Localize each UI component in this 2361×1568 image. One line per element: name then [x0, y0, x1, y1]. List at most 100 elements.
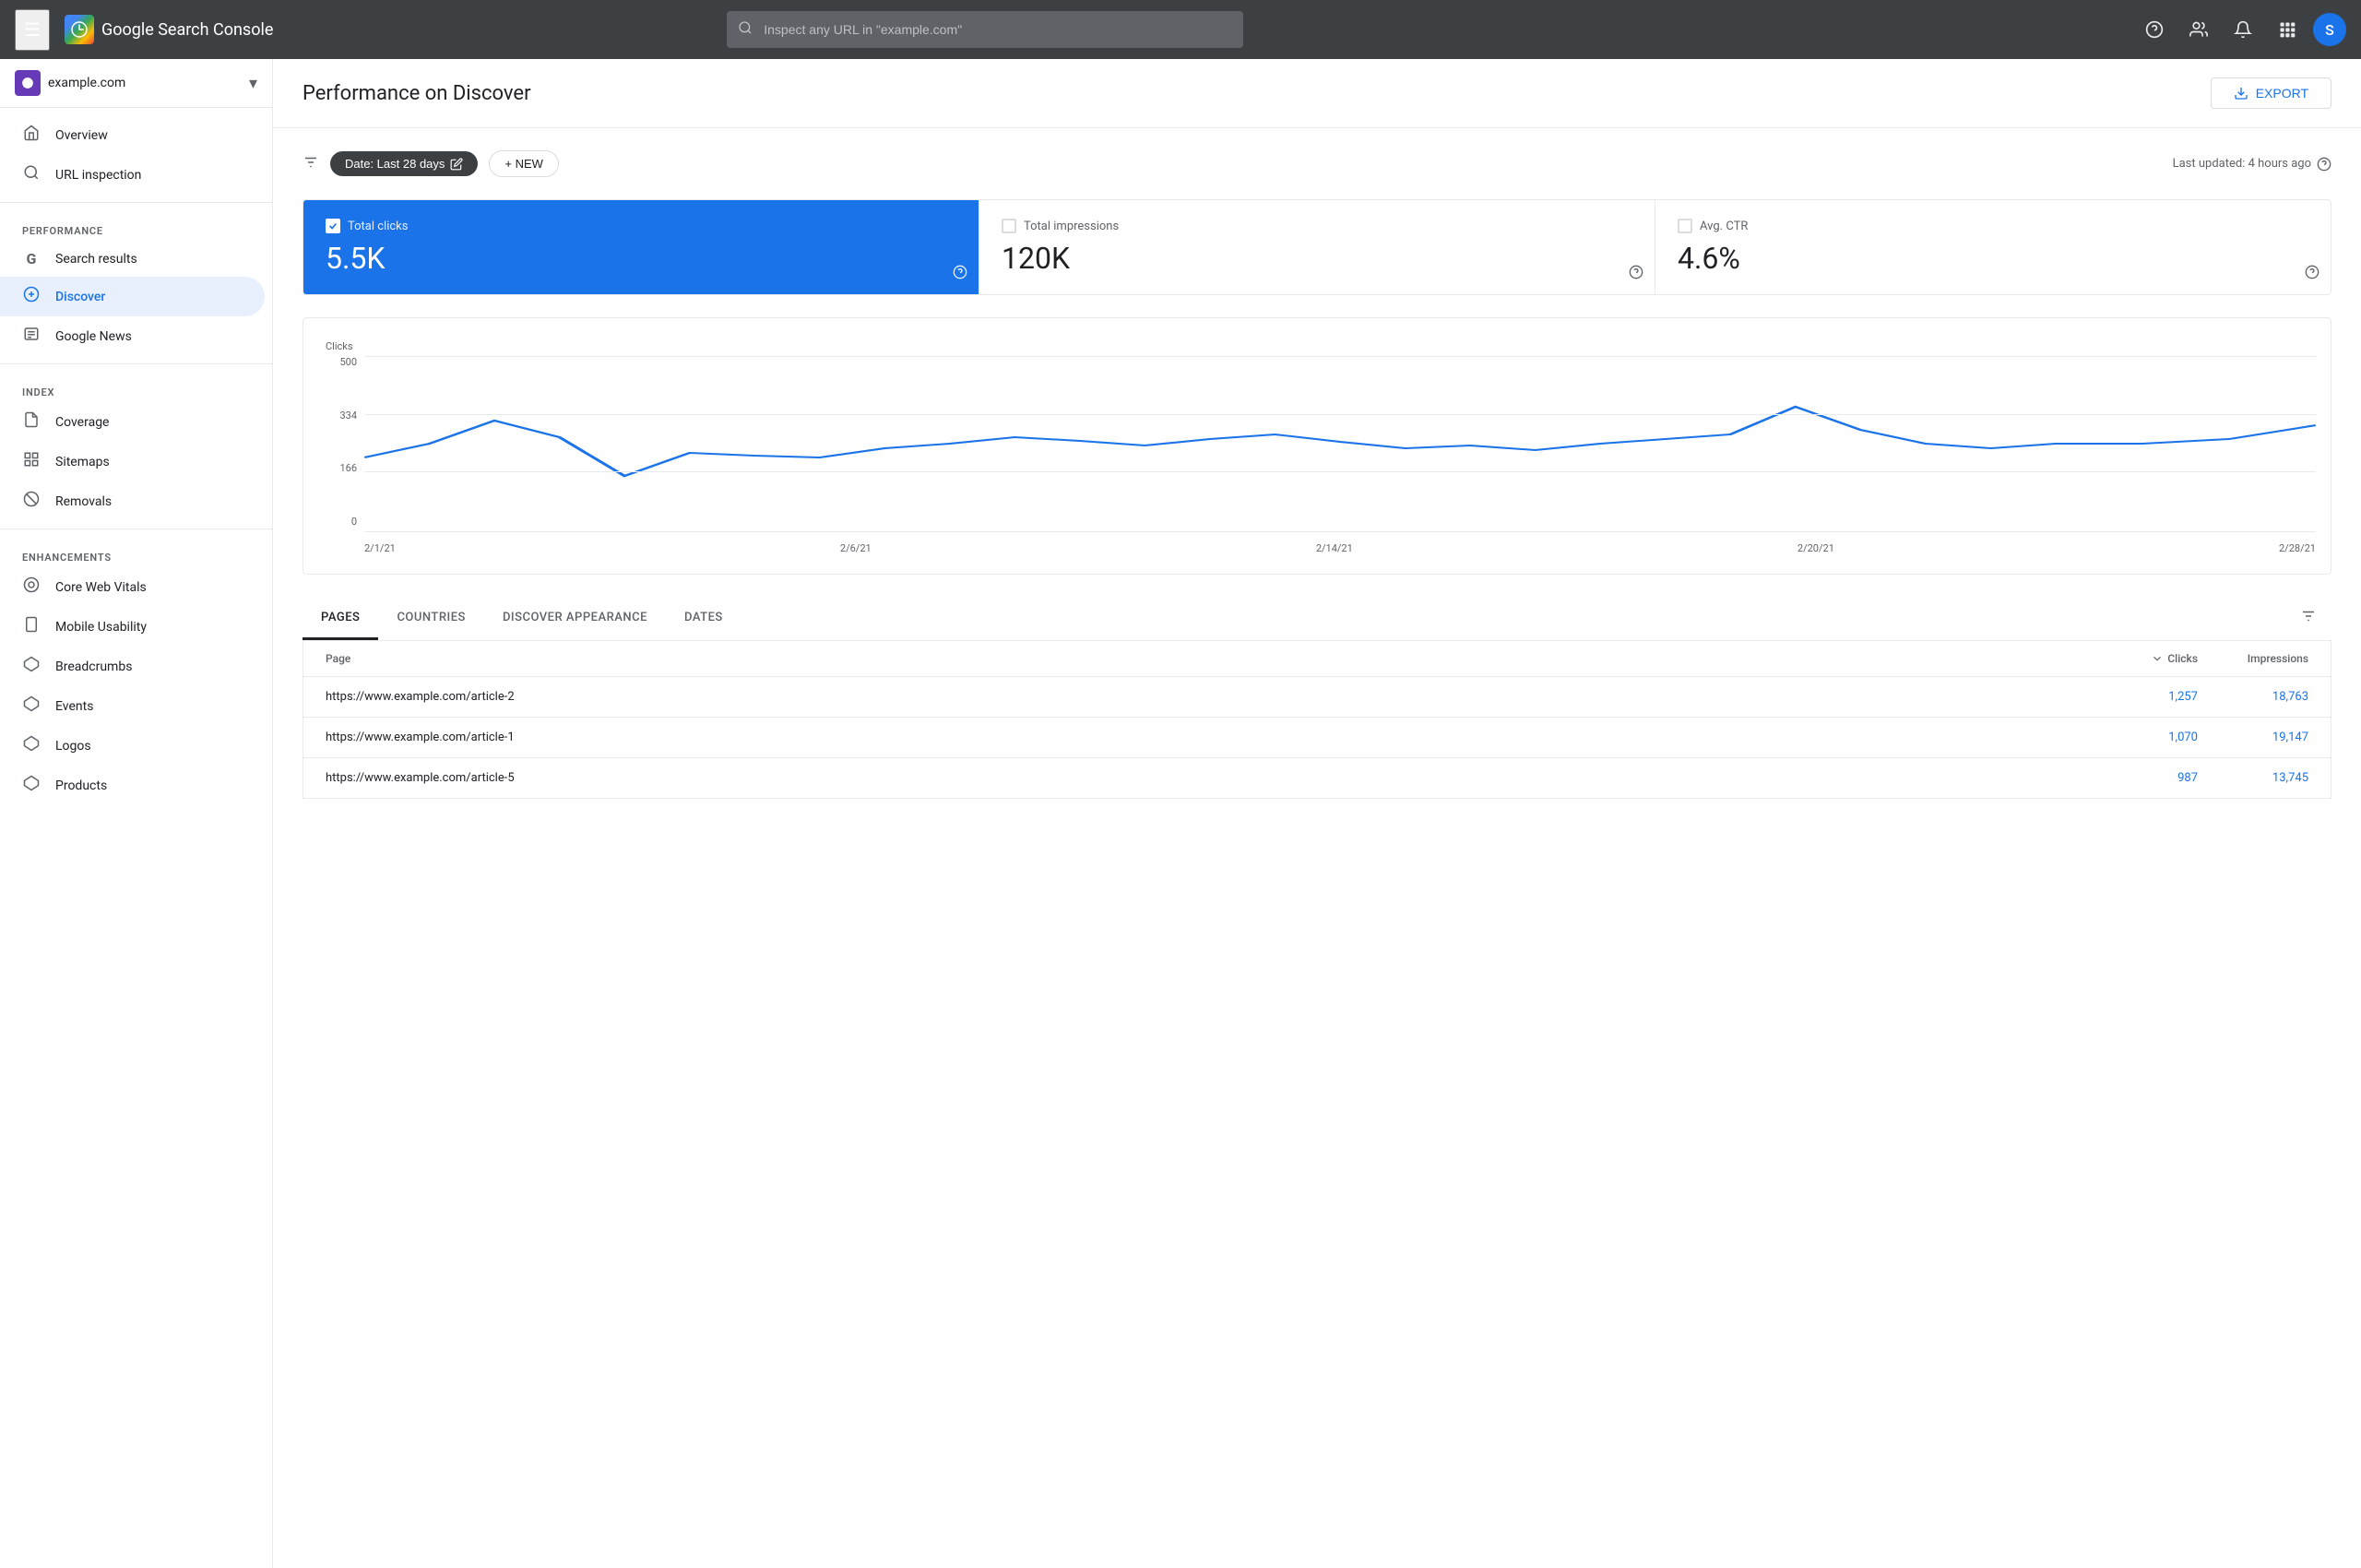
- sidebar-item-core-web-vitals[interactable]: Core Web Vitals: [0, 567, 265, 607]
- sidebar-item-discover[interactable]: Discover: [0, 277, 265, 316]
- property-selector[interactable]: example.com ▾: [0, 59, 272, 108]
- tab-dates[interactable]: DATES: [666, 598, 742, 640]
- sidebar-item-search-results[interactable]: G Search results: [0, 241, 265, 277]
- url-search-bar[interactable]: [727, 11, 1243, 48]
- table-cell-impressions-2[interactable]: 13,745: [2198, 771, 2308, 785]
- metric-help-clicks[interactable]: [953, 265, 967, 283]
- index-section-title: Index: [0, 372, 272, 402]
- date-filter-button[interactable]: Date: Last 28 days: [330, 151, 478, 176]
- sidebar-item-label-url-inspection: URL inspection: [55, 168, 141, 183]
- products-icon: [22, 775, 41, 796]
- download-icon: [2234, 86, 2248, 101]
- last-updated: Last updated: 4 hours ago: [2173, 157, 2331, 172]
- export-button[interactable]: EXPORT: [2211, 77, 2331, 109]
- table-container: Page Clicks Impressions https://www.exam…: [303, 641, 2331, 799]
- sidebar-item-coverage[interactable]: Coverage: [0, 402, 265, 442]
- menu-button[interactable]: ☰: [15, 9, 50, 51]
- sidebar-item-label-overview: Overview: [55, 128, 108, 143]
- coverage-icon: [22, 411, 41, 433]
- discover-icon: [22, 286, 41, 307]
- sidebar-item-mobile-usability[interactable]: Mobile Usability: [0, 607, 265, 647]
- main-content: Performance on Discover EXPORT: [273, 59, 2361, 1568]
- table-header: Page Clicks Impressions: [303, 641, 2331, 677]
- metric-checkbox-ctr[interactable]: [1678, 219, 1692, 233]
- chart-x-tick-2: 2/14/21: [1316, 542, 1353, 554]
- metric-checkbox-clicks[interactable]: [326, 219, 340, 233]
- table-cell-impressions-1[interactable]: 19,147: [2198, 731, 2308, 744]
- chart-x-tick-0: 2/1/21: [364, 542, 396, 554]
- tab-countries[interactable]: COUNTRIES: [378, 598, 484, 640]
- core-web-vitals-icon: [22, 576, 41, 598]
- sidebar-item-label-sitemaps: Sitemaps: [55, 455, 110, 469]
- grid-line-166: [364, 471, 2316, 472]
- table-row: https://www.example.com/article-1 1,070 …: [303, 718, 2331, 758]
- edit-icon: [450, 158, 463, 171]
- chart-x-tick-3: 2/20/21: [1797, 542, 1834, 554]
- last-updated-help-icon[interactable]: [2317, 157, 2331, 172]
- table-cell-clicks-2[interactable]: 987: [2087, 771, 2198, 785]
- apps-button[interactable]: [2269, 11, 2306, 48]
- sidebar-item-url-inspection[interactable]: URL inspection: [0, 155, 265, 195]
- metric-checkbox-impressions[interactable]: [1002, 219, 1016, 233]
- metric-help-ctr[interactable]: [2305, 265, 2319, 283]
- topnav: ☰ Google Search Console: [0, 0, 2361, 59]
- sidebar-item-label-logos: Logos: [55, 739, 91, 754]
- table-col-impressions: Impressions: [2198, 652, 2308, 665]
- user-avatar[interactable]: S: [2313, 13, 2346, 46]
- performance-section-title: Performance: [0, 210, 272, 241]
- new-filter-button[interactable]: + NEW: [489, 150, 559, 177]
- table-cell-page-2: https://www.example.com/article-5: [326, 771, 2087, 785]
- filter-icon[interactable]: [303, 154, 319, 174]
- chart-y-label: Clicks: [318, 340, 2316, 352]
- chart-svg: [364, 356, 2316, 531]
- chart-y-axis: 500 334 166 0: [318, 356, 364, 531]
- sidebar-item-label-google-news: Google News: [55, 329, 132, 344]
- property-icon: [15, 70, 41, 96]
- sidebar-item-logos[interactable]: Logos: [0, 726, 265, 766]
- chart-y-tick-500: 500: [318, 356, 364, 368]
- sidebar-item-google-news[interactable]: Google News: [0, 316, 265, 356]
- sidebar-item-label-removals: Removals: [55, 494, 112, 509]
- chart-y-tick-334: 334: [318, 410, 364, 422]
- chart-x-tick-1: 2/6/21: [840, 542, 872, 554]
- table-cell-clicks-1[interactable]: 1,070: [2087, 731, 2198, 744]
- sidebar-divider-1: [0, 202, 272, 203]
- sidebar-item-events[interactable]: Events: [0, 686, 265, 726]
- removals-icon: [22, 491, 41, 512]
- page-title: Performance on Discover: [303, 82, 531, 105]
- sidebar-item-products[interactable]: Products: [0, 766, 265, 805]
- notifications-button[interactable]: [2225, 11, 2261, 48]
- grid-line-top: [364, 356, 2316, 357]
- users-button[interactable]: [2180, 11, 2217, 48]
- sidebar-item-label-core-web-vitals: Core Web Vitals: [55, 580, 147, 595]
- table-cell-impressions-0[interactable]: 18,763: [2198, 690, 2308, 704]
- help-button[interactable]: [2136, 11, 2173, 48]
- sidebar-item-breadcrumbs[interactable]: Breadcrumbs: [0, 647, 265, 686]
- table-cell-page-0: https://www.example.com/article-2: [326, 690, 2087, 704]
- mobile-usability-icon: [22, 616, 41, 637]
- property-name: example.com: [48, 76, 242, 90]
- google-icon: G: [22, 250, 41, 267]
- search-input[interactable]: [727, 11, 1243, 48]
- sidebar-item-sitemaps[interactable]: Sitemaps: [0, 442, 265, 481]
- metric-card-total-clicks[interactable]: Total clicks 5.5K: [303, 200, 979, 294]
- tab-discover-appearance[interactable]: DISCOVER APPEARANCE: [484, 598, 666, 640]
- chart-container: Clicks 500 334 166 0: [303, 317, 2331, 575]
- hamburger-icon: ☰: [24, 20, 41, 41]
- sidebar-item-removals[interactable]: Removals: [0, 481, 265, 521]
- sidebar-item-label-products: Products: [55, 778, 107, 793]
- sidebar-item-label-breadcrumbs: Breadcrumbs: [55, 659, 132, 674]
- chart-x-axis: 2/1/21 2/6/21 2/14/21 2/20/21 2/28/21: [364, 537, 2316, 559]
- tabs-filter-button[interactable]: [2285, 597, 2331, 640]
- sidebar-item-overview[interactable]: Overview: [0, 115, 265, 155]
- table-col-clicks-label: Clicks: [2167, 652, 2198, 665]
- metric-help-impressions[interactable]: [1629, 265, 1643, 283]
- table-cell-clicks-0[interactable]: 1,257: [2087, 690, 2198, 704]
- metric-label-clicks: Total clicks: [348, 220, 408, 233]
- metric-card-total-impressions[interactable]: Total impressions 120K: [979, 200, 1655, 294]
- tab-pages[interactable]: PAGES: [303, 598, 378, 640]
- sidebar-divider-2: [0, 363, 272, 364]
- enhancements-section-title: Enhancements: [0, 537, 272, 567]
- sitemaps-icon: [22, 451, 41, 472]
- metric-card-avg-ctr[interactable]: Avg. CTR 4.6%: [1655, 200, 2331, 294]
